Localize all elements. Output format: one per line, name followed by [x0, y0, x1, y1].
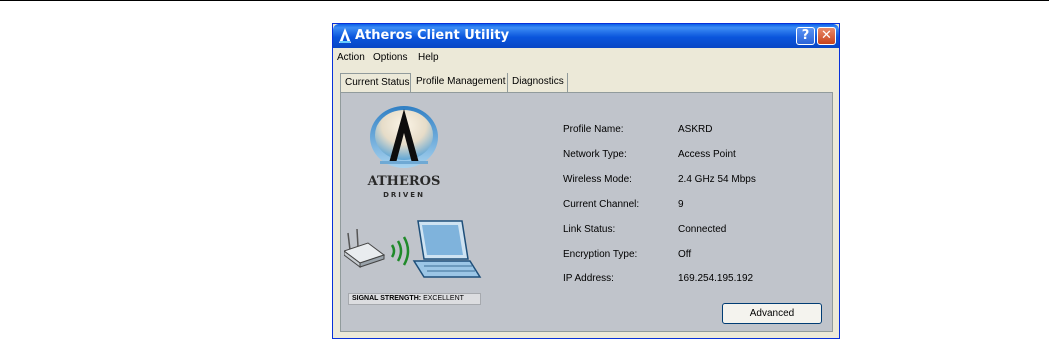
- menu-options[interactable]: Options: [373, 52, 407, 63]
- laptop-icon: [412, 220, 482, 278]
- network-type-label: Network Type:: [563, 149, 627, 160]
- close-button[interactable]: ✕: [817, 27, 836, 45]
- signal-strength-value: EXCELLENT: [423, 295, 464, 302]
- logo-text-driven: DRIVEN: [383, 191, 425, 199]
- tab-diagnostics[interactable]: Diagnostics: [508, 73, 568, 92]
- window-title: Atheros Client Utility: [355, 28, 510, 43]
- wireless-mode-value: 2.4 GHz 54 Mbps: [678, 174, 756, 185]
- status-panel: ATHEROS DRIVEN SIGNAL STRENGTH: EXCELLEN…: [340, 92, 833, 332]
- encryption-type-value: Off: [678, 249, 692, 260]
- logo-text-atheros: ATHEROS: [367, 174, 441, 189]
- menu-action[interactable]: Action: [337, 52, 365, 63]
- link-status-label: Link Status:: [563, 224, 616, 235]
- tab-profile-management[interactable]: Profile Management: [412, 73, 508, 92]
- link-status-value: Connected: [678, 224, 727, 235]
- signal-strength-indicator: SIGNAL STRENGTH: EXCELLENT: [348, 293, 481, 305]
- title-bar[interactable]: Atheros Client Utility ? ✕: [333, 24, 839, 48]
- current-channel-label: Current Channel:: [563, 199, 640, 210]
- wireless-mode-label: Wireless Mode:: [563, 174, 632, 185]
- wifi-waves-icon: [390, 236, 410, 266]
- encryption-type-label: Encryption Type:: [563, 249, 638, 260]
- router-laptop-connection-icon: [344, 220, 482, 278]
- router-icon: [344, 228, 386, 268]
- top-rule: [0, 0, 1049, 1]
- ip-address-label: IP Address:: [563, 273, 614, 284]
- menu-bar: Action Options Help: [333, 48, 839, 67]
- atheros-app-icon: [339, 28, 351, 43]
- atheros-driven-logo: ATHEROS DRIVEN: [367, 106, 441, 199]
- profile-name-value: ASKRD: [678, 124, 713, 135]
- current-channel-value: 9: [678, 199, 684, 210]
- network-type-value: Access Point: [678, 149, 736, 160]
- app-window: Atheros Client Utility ? ✕ Action Option…: [332, 23, 840, 339]
- advanced-button[interactable]: Advanced: [722, 303, 822, 324]
- profile-name-label: Profile Name:: [563, 124, 624, 135]
- tab-current-status[interactable]: Current Status: [340, 73, 411, 92]
- ip-address-value: 169.254.195.192: [678, 273, 754, 284]
- help-button[interactable]: ?: [796, 27, 815, 45]
- menu-help[interactable]: Help: [418, 52, 439, 63]
- signal-strength-label: SIGNAL STRENGTH:: [352, 295, 422, 302]
